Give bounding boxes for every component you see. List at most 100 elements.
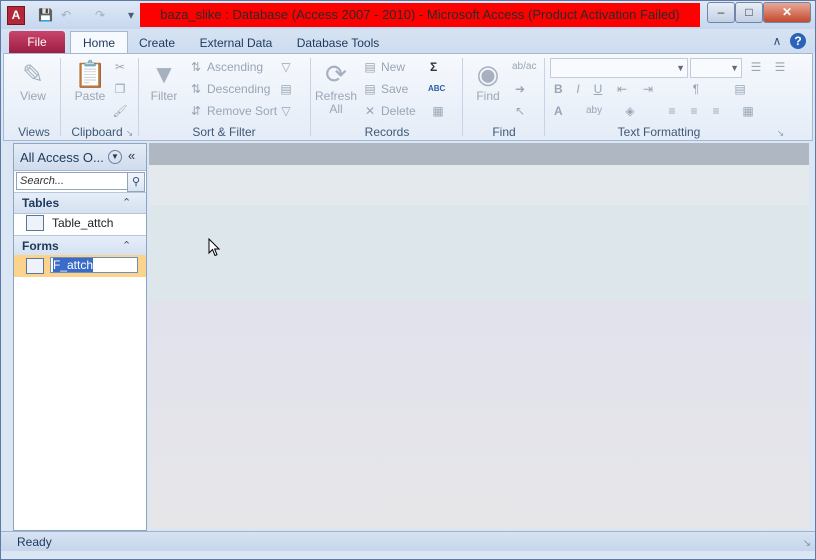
navigation-pane: All Access O... ▼ « Search... ⚲ Tables ⌃… bbox=[13, 143, 147, 531]
find-button[interactable]: ◉ Find bbox=[468, 58, 508, 116]
resize-grip-icon[interactable]: ↘ bbox=[803, 538, 811, 549]
font-color-button[interactable]: A bbox=[554, 102, 563, 120]
outdent-icon: ⇤ bbox=[616, 82, 628, 96]
bullets-button[interactable]: ☰ bbox=[772, 58, 791, 76]
align-right-icon: ≡ bbox=[712, 104, 720, 118]
ribbon-tab-strip: File Home Create External Data Database … bbox=[1, 29, 815, 54]
scissors-icon: ✂ bbox=[114, 60, 126, 74]
ascending-button[interactable]: ⇅ Ascending bbox=[188, 58, 263, 76]
align-right-button[interactable]: ≡ bbox=[708, 102, 727, 120]
decrease-indent-button[interactable]: ⇤ bbox=[614, 80, 633, 98]
font-name-combo[interactable]: ▼ bbox=[550, 58, 688, 78]
document-workspace bbox=[149, 143, 809, 529]
shutter-bar-collapse-icon[interactable]: « bbox=[128, 148, 135, 163]
collapse-chevron-icon[interactable]: ⌃ bbox=[122, 239, 131, 252]
tab-database-tools[interactable]: Database Tools bbox=[291, 33, 385, 53]
access-window: A 💾 ↶ ↷ ▾ baza_slike : Database (Access … bbox=[0, 0, 816, 560]
copy-button[interactable]: ❐ bbox=[112, 80, 131, 98]
descending-button[interactable]: ⇅ Descending bbox=[188, 80, 270, 98]
chevron-down-icon: ▼ bbox=[676, 63, 685, 73]
grid-icon: ▦ bbox=[432, 104, 444, 118]
new-record-button[interactable]: ▤ New bbox=[362, 58, 405, 76]
group-label-records: Records bbox=[364, 125, 410, 139]
group-label-views: Views bbox=[18, 125, 50, 139]
advanced-filter-icon: ▤ bbox=[280, 82, 292, 96]
search-input[interactable]: Search... bbox=[16, 172, 131, 190]
advanced-filter-button[interactable]: ▤ bbox=[278, 80, 297, 98]
more-records-button[interactable]: ▦ bbox=[430, 102, 449, 120]
align-left-button[interactable]: ≡ bbox=[664, 102, 683, 120]
sort-ascending-icon: ⇅ bbox=[190, 60, 202, 74]
title-bar: A 💾 ↶ ↷ ▾ baza_slike : Database (Access … bbox=[1, 1, 815, 29]
paragraph-direction-button[interactable]: ¶ bbox=[688, 80, 707, 98]
align-center-icon: ≡ bbox=[690, 104, 698, 118]
workspace-band bbox=[149, 205, 809, 301]
replace-button[interactable]: ab/ac bbox=[512, 58, 536, 76]
undo-icon[interactable]: ↶ bbox=[59, 8, 73, 22]
text-formatting-launcher-icon[interactable]: ↘ bbox=[776, 129, 785, 138]
format-painter-button[interactable]: 🖌 bbox=[112, 102, 131, 120]
redo-icon[interactable]: ↷ bbox=[93, 8, 107, 22]
nav-menu-chevron-icon[interactable]: ▼ bbox=[108, 150, 122, 164]
align-left-icon: ≡ bbox=[668, 104, 676, 118]
tab-create[interactable]: Create bbox=[135, 33, 179, 53]
view-button[interactable]: ✎ View bbox=[10, 58, 56, 116]
tab-home[interactable]: Home bbox=[70, 31, 128, 54]
search-icon[interactable]: ⚲ bbox=[127, 172, 145, 192]
minimize-button[interactable]: – bbox=[707, 2, 735, 23]
font-size-combo[interactable]: ▼ bbox=[690, 58, 742, 78]
nav-title[interactable]: All Access O... bbox=[20, 150, 104, 165]
tab-external-data[interactable]: External Data bbox=[193, 33, 279, 53]
toggle-filter-icon: ▽ bbox=[281, 104, 291, 118]
category-tables[interactable]: Tables ⌃ bbox=[14, 192, 146, 214]
access-app-icon[interactable]: A bbox=[7, 6, 25, 25]
window-frame-bottom bbox=[1, 551, 815, 559]
category-forms[interactable]: Forms ⌃ bbox=[14, 235, 146, 257]
minimize-ribbon-icon[interactable]: ∧ bbox=[769, 33, 785, 49]
bold-button[interactable]: B bbox=[554, 80, 563, 98]
customize-qat-icon[interactable]: ▾ bbox=[124, 8, 138, 22]
grid-lines-icon: ▤ bbox=[734, 82, 746, 96]
save-record-button[interactable]: ▤ Save bbox=[362, 80, 408, 98]
clipboard-launcher-icon[interactable]: ↘ bbox=[125, 129, 134, 138]
align-center-button[interactable]: ≡ bbox=[686, 102, 705, 120]
italic-button[interactable]: I bbox=[570, 80, 589, 98]
nav-item-f-attch[interactable]: F_attch bbox=[14, 255, 146, 277]
close-button[interactable]: ✕ bbox=[763, 2, 811, 23]
increase-indent-button[interactable]: ⇥ bbox=[640, 80, 659, 98]
toggle-filter-button[interactable]: ▽ bbox=[278, 102, 297, 120]
highlight-button[interactable]: aby bbox=[586, 102, 602, 120]
status-text: Ready bbox=[17, 535, 52, 549]
remove-sort-button[interactable]: ⇵ Remove Sort bbox=[188, 102, 277, 120]
filter-button[interactable]: ▼ Filter bbox=[144, 58, 184, 116]
underline-button[interactable]: U bbox=[590, 80, 609, 98]
chevron-down-icon: ▼ bbox=[730, 63, 739, 73]
indent-icon: ⇥ bbox=[642, 82, 654, 96]
selection-filter-button[interactable]: ▽ bbox=[278, 58, 297, 76]
delete-record-button[interactable]: ✕ Delete bbox=[362, 102, 416, 120]
delete-x-icon: ✕ bbox=[364, 104, 376, 118]
select-button[interactable]: ↖ bbox=[512, 102, 531, 120]
cut-button[interactable]: ✂ bbox=[112, 58, 131, 76]
nav-item-table-attch[interactable]: Table_attch bbox=[14, 212, 146, 234]
save-icon[interactable]: 💾 bbox=[38, 8, 53, 22]
paste-button[interactable]: 📋 Paste bbox=[68, 58, 112, 116]
go-to-button[interactable]: ➜ bbox=[512, 80, 531, 98]
new-record-icon: ▤ bbox=[364, 60, 376, 74]
collapse-chevron-icon[interactable]: ⌃ bbox=[122, 196, 131, 209]
alternate-row-color-button[interactable]: ▦ bbox=[740, 102, 759, 120]
numbering-button[interactable]: ☰ bbox=[748, 58, 767, 76]
fill-color-button[interactable]: ◈ bbox=[622, 102, 641, 120]
remove-sort-icon: ⇵ bbox=[190, 104, 202, 118]
refresh-all-button[interactable]: ⟳ Refresh All bbox=[314, 58, 358, 116]
view-icon: ✎ bbox=[22, 59, 44, 89]
selection-funnel-icon: ▽ bbox=[281, 60, 291, 74]
help-icon[interactable]: ? bbox=[790, 33, 806, 49]
gridlines-button[interactable]: ▤ bbox=[732, 80, 751, 98]
numbered-list-icon: ☰ bbox=[750, 60, 762, 74]
rename-field[interactable]: F_attch bbox=[50, 257, 138, 273]
maximize-button[interactable]: □ bbox=[735, 2, 763, 23]
spelling-button[interactable]: ABC bbox=[428, 80, 445, 98]
tab-file[interactable]: File bbox=[9, 31, 65, 53]
totals-button[interactable]: Σ bbox=[430, 58, 437, 76]
